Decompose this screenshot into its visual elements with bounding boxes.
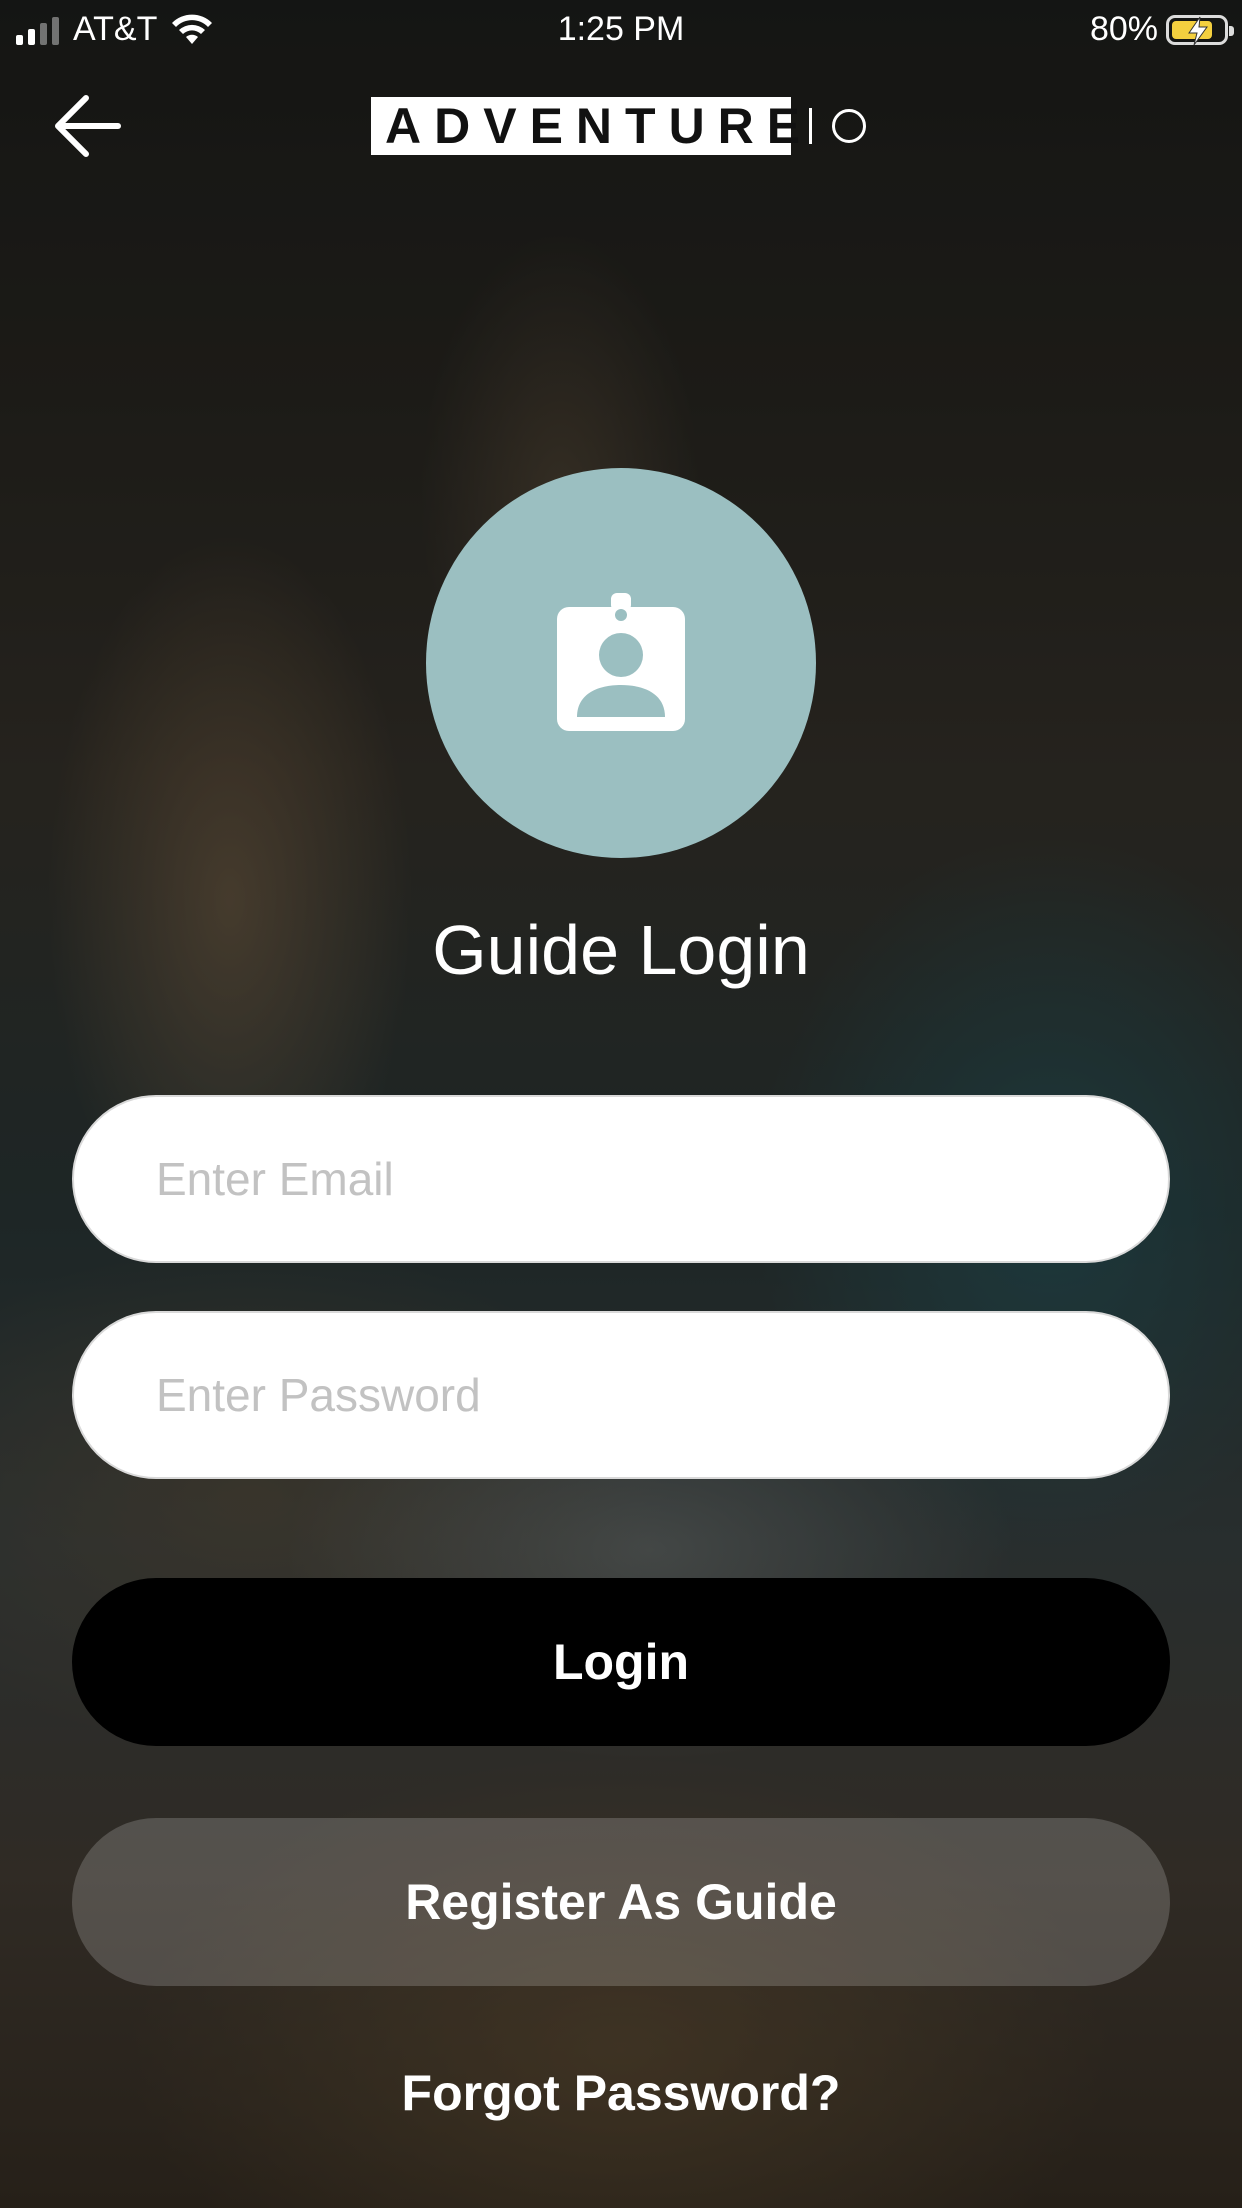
id-badge-icon	[557, 593, 685, 731]
battery-icon	[1166, 14, 1234, 45]
logo-wordmark: ADVENTURE	[371, 97, 800, 155]
status-right: 80%	[1089, 10, 1234, 49]
avatar-circle	[426, 468, 816, 858]
battery-percent: 80%	[1089, 10, 1158, 48]
logo-circle-icon	[832, 109, 866, 143]
login-button[interactable]: Login	[72, 1578, 1170, 1746]
login-button-label: Login	[552, 1634, 690, 1690]
status-bar: AT&T 1:25 PM 80%	[0, 0, 1242, 60]
screen: AT&T 1:25 PM 80% ADVENTURE Guide Login E…	[0, 0, 1242, 2208]
battery-cap	[1229, 25, 1234, 36]
back-arrow-icon[interactable]	[52, 90, 124, 162]
register-as-guide-button[interactable]: Register As Guide	[72, 1818, 1170, 1986]
adventure-logo: ADVENTURE	[371, 97, 866, 155]
register-button-label: Register As Guide	[405, 1874, 837, 1930]
email-field[interactable]	[72, 1095, 1170, 1263]
forgot-password-link[interactable]: Forgot Password?	[0, 2064, 1242, 2122]
password-field[interactable]	[72, 1311, 1170, 1479]
charging-bolt-icon	[1188, 16, 1208, 45]
logo-divider	[809, 108, 812, 144]
status-time: 1:25 PM	[557, 10, 685, 48]
page-title: Guide Login	[432, 911, 810, 989]
